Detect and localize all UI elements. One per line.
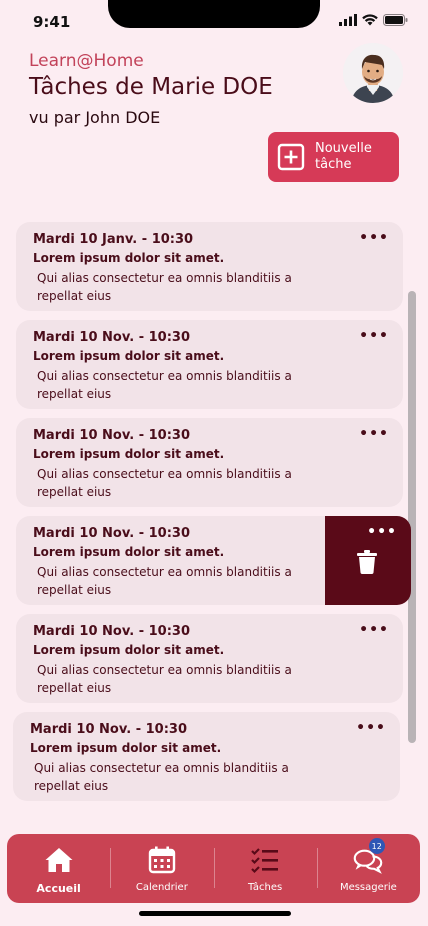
tab-divider [213,848,215,888]
viewer-subtitle: vu par John DOE [29,108,161,127]
task-date: Mardi 10 Nov. - 10:30 [33,428,191,443]
task-description: Qui alias consectetur ea omnis blanditii… [34,761,289,793]
more-options-icon[interactable]: ••• [359,623,389,637]
task-date: Mardi 10 Janv. - 10:30 [33,232,194,247]
trash-icon [357,550,377,574]
task-card[interactable]: Mardi 10 Nov. - 10:30 Lorem ipsum dolor … [16,418,403,507]
task-subject: Lorem ipsum dolor sit amet. [33,251,225,265]
unread-badge: 12 [368,838,385,854]
tab-label: Messagerie [339,882,397,893]
task-description: Qui alias consectetur ea omnis blanditii… [37,663,292,695]
task-subject: Lorem ipsum dolor sit amet. [33,643,225,657]
more-options-icon[interactable]: ••• [359,329,389,343]
status-icons [339,14,408,26]
more-options-icon[interactable]: ••• [359,427,389,441]
home-indicator[interactable] [139,911,291,916]
task-date: Mardi 10 Nov. - 10:30 [30,722,188,737]
tab-messagerie[interactable]: 12 Messagerie [316,834,420,903]
tab-label: Tâches [247,882,283,893]
task-description: Qui alias consectetur ea omnis blanditii… [37,565,292,597]
list-scrollbar[interactable] [408,291,416,743]
new-task-button[interactable]: Nouvelle tâche [268,132,399,182]
battery-icon [383,14,408,26]
task-description: Qui alias consectetur ea omnis blanditii… [37,467,292,499]
task-card[interactable]: Mardi 10 Nov. - 10:30 Lorem ipsum dolor … [16,614,403,703]
wifi-icon [362,14,378,26]
task-card[interactable]: Mardi 10 Nov. - 10:30 Lorem ipsum dolor … [13,712,400,801]
tab-divider [110,848,112,888]
status-time: 9:41 [33,13,71,31]
tab-taches[interactable]: Tâches [213,834,317,903]
tab-label: Accueil [36,882,81,895]
task-card[interactable]: Mardi 10 Janv. - 10:30 Lorem ipsum dolor… [16,222,403,311]
delete-task-button[interactable]: ••• [325,516,411,605]
tab-calendrier[interactable]: Calendrier [110,834,213,903]
task-subject: Lorem ipsum dolor sit amet. [30,741,222,755]
more-options-icon[interactable]: ••• [356,721,386,735]
task-description: Qui alias consectetur ea omnis blanditii… [37,271,292,303]
brand-name: Learn@Home [29,51,144,71]
task-description: Qui alias consectetur ea omnis blanditii… [37,369,292,401]
add-box-icon [277,143,305,171]
task-subject: Lorem ipsum dolor sit amet. [33,447,225,461]
tab-accueil[interactable]: Accueil [7,834,110,903]
status-bar: 9:41 [0,0,428,44]
task-card[interactable]: Mardi 10 Nov. - 10:30 Lorem ipsum dolor … [16,320,403,409]
tasks-icon [251,848,279,874]
calendar-icon [148,846,176,874]
new-task-label: Nouvelle tâche [315,141,372,172]
task-date: Mardi 10 Nov. - 10:30 [33,624,191,639]
task-date: Mardi 10 Nov. - 10:30 [33,330,191,345]
home-icon [45,848,73,872]
more-options-icon[interactable]: ••• [367,525,397,539]
task-subject: Lorem ipsum dolor sit amet. [33,349,225,363]
avatar[interactable] [343,43,403,103]
bottom-tab-bar: Accueil Calendrier Tâches 12 Messagerie [7,834,420,903]
device-notch [108,0,320,28]
more-options-icon[interactable]: ••• [359,231,389,245]
tab-label: Calendrier [135,882,188,893]
tab-divider [316,848,318,888]
page-title: Tâches de Marie DOE [29,74,273,100]
user-avatar-illustration [343,43,403,103]
signal-icon [339,14,357,26]
